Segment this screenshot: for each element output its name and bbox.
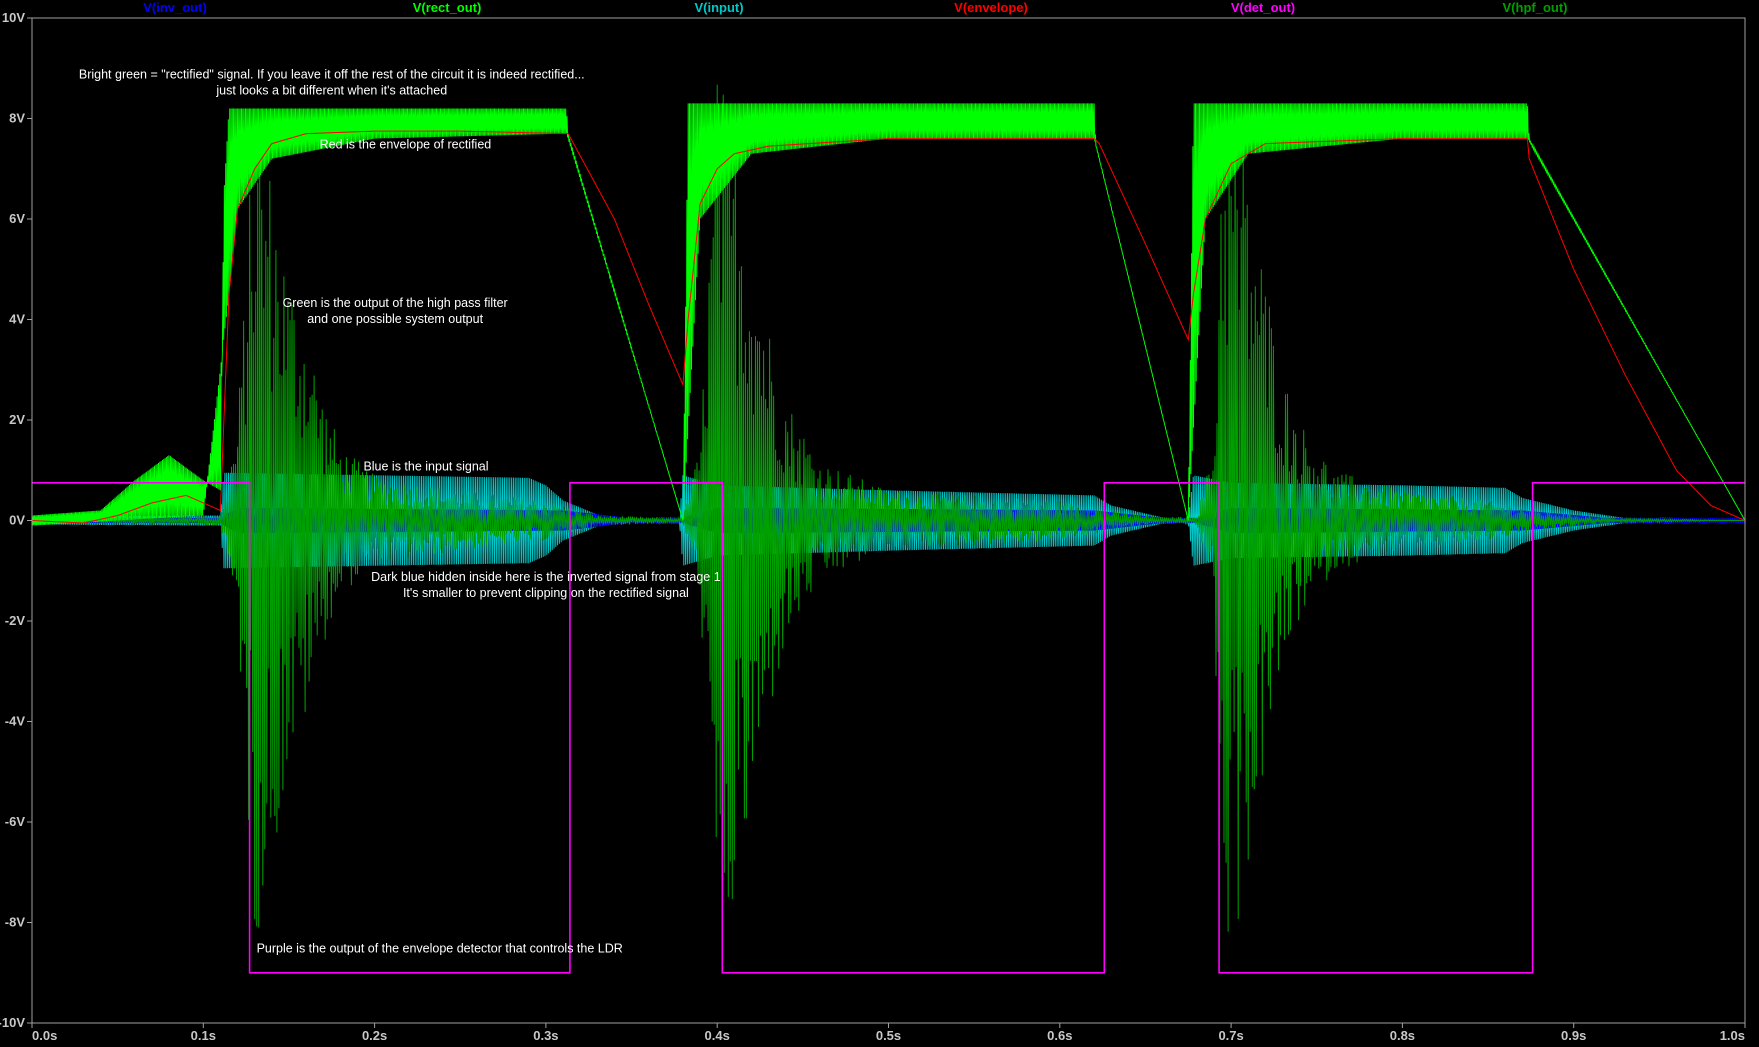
annotation-line: Purple is the output of the envelope det… (257, 942, 623, 956)
annotation-line: Blue is the input signal (363, 459, 488, 473)
annotation: Purple is the output of the envelope det… (257, 942, 623, 956)
y-tick-label: 0V (9, 513, 25, 528)
annotation-line: Bright green = "rectified" signal. If yo… (79, 67, 585, 81)
x-tick-label: 0.7s (1218, 1028, 1243, 1043)
x-tick-label: 0.0s (32, 1028, 57, 1043)
y-tick-label: -4V (5, 714, 26, 729)
x-tick-label: 0.8s (1390, 1028, 1415, 1043)
x-tick-label: 0.2s (362, 1028, 387, 1043)
legend-item[interactable]: V(rect_out) (413, 0, 482, 15)
x-tick-label: 0.6s (1047, 1028, 1072, 1043)
y-tick-label: 4V (9, 312, 25, 327)
annotation-line: Red is the envelope of rectified (320, 138, 492, 152)
x-tick-label: 0.9s (1561, 1028, 1586, 1043)
y-tick-label: 2V (9, 412, 25, 427)
legend-item[interactable]: V(input) (694, 0, 743, 15)
y-tick-label: -6V (5, 814, 26, 829)
y-tick-label: 6V (9, 211, 25, 226)
annotation-line: just looks a bit different when it's att… (215, 83, 447, 97)
waveform-plot: 10V 8V 6V 4V 2V 0V -2V -4V -6V -8V -10V 0.0s 0.1s 0.… (0, 0, 1759, 1047)
annotation-line: Green is the output of the high pass fil… (283, 296, 508, 310)
x-tick-label: 0.5s (876, 1028, 901, 1043)
y-tick-label: 10V (2, 10, 25, 25)
annotation: Red is the envelope of rectified (320, 138, 492, 152)
legend-item[interactable]: V(envelope) (954, 0, 1028, 15)
annotation-line: Dark blue hidden inside here is the inve… (371, 570, 721, 584)
x-tick-label: 0.1s (191, 1028, 216, 1043)
legend-item[interactable]: V(det_out) (1231, 0, 1295, 15)
y-tick-label: -2V (5, 613, 26, 628)
annotation-line: It's smaller to prevent clipping on the … (403, 586, 689, 600)
annotation: Blue is the input signal (363, 459, 488, 473)
x-tick-label: 1.0s (1720, 1028, 1745, 1043)
y-tick-label: -8V (5, 915, 26, 930)
legend-item[interactable]: V(hpf_out) (1503, 0, 1568, 15)
annotation-line: and one possible system output (307, 312, 483, 326)
legend-item[interactable]: V(inv_out) (143, 0, 207, 15)
y-tick-label: -10V (0, 1015, 25, 1030)
x-tick-label: 0.4s (705, 1028, 730, 1043)
y-tick-label: 8V (9, 111, 25, 126)
x-tick-label: 0.3s (533, 1028, 558, 1043)
